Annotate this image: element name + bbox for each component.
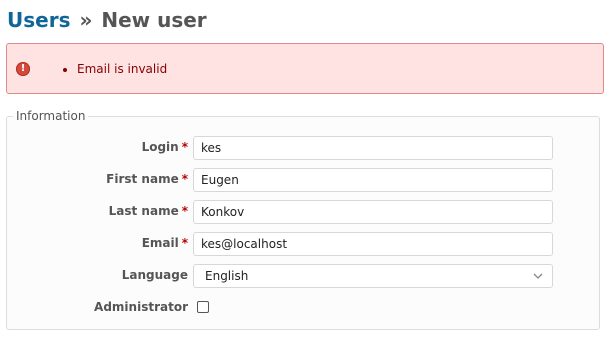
required-marker: * (181, 140, 188, 154)
language-selected-value: English (205, 269, 249, 283)
firstname-input[interactable] (193, 168, 553, 192)
error-message: Email is invalid (77, 61, 167, 77)
firstname-label-text: First name (106, 172, 179, 186)
breadcrumb-users-link[interactable]: Users (7, 8, 70, 32)
fieldset-legend: Information (16, 109, 86, 123)
lastname-label-text: Last name (108, 204, 179, 218)
login-label-text: Login (141, 140, 179, 154)
page-title: Users » New user (7, 6, 207, 34)
new-user-page: Users » New user ! Email is invalid Info… (0, 0, 606, 338)
error-explanation: ! Email is invalid (6, 43, 604, 94)
lastname-input[interactable] (193, 200, 553, 224)
breadcrumb-separator: » (79, 8, 93, 32)
breadcrumb-current: New user (101, 8, 207, 32)
admin-label-text: Administrator (94, 300, 188, 314)
language-select[interactable]: English (193, 264, 553, 288)
email-label: Email * (142, 235, 188, 251)
error-list: Email is invalid (63, 61, 167, 77)
language-label-text: Language (121, 268, 188, 282)
admin-label: Administrator (94, 299, 188, 315)
email-input[interactable] (193, 232, 553, 256)
error-icon: ! (16, 62, 30, 76)
email-label-text: Email (141, 236, 179, 250)
language-label: Language (122, 267, 188, 283)
lastname-label: Last name * (109, 203, 188, 219)
required-marker: * (181, 204, 188, 218)
required-marker: * (181, 236, 188, 250)
required-marker: * (181, 172, 188, 186)
login-label: Login * (142, 139, 188, 155)
chevron-down-icon (533, 273, 543, 279)
firstname-label: First name * (106, 171, 188, 187)
admin-checkbox[interactable] (197, 301, 209, 313)
login-input[interactable] (193, 136, 553, 160)
